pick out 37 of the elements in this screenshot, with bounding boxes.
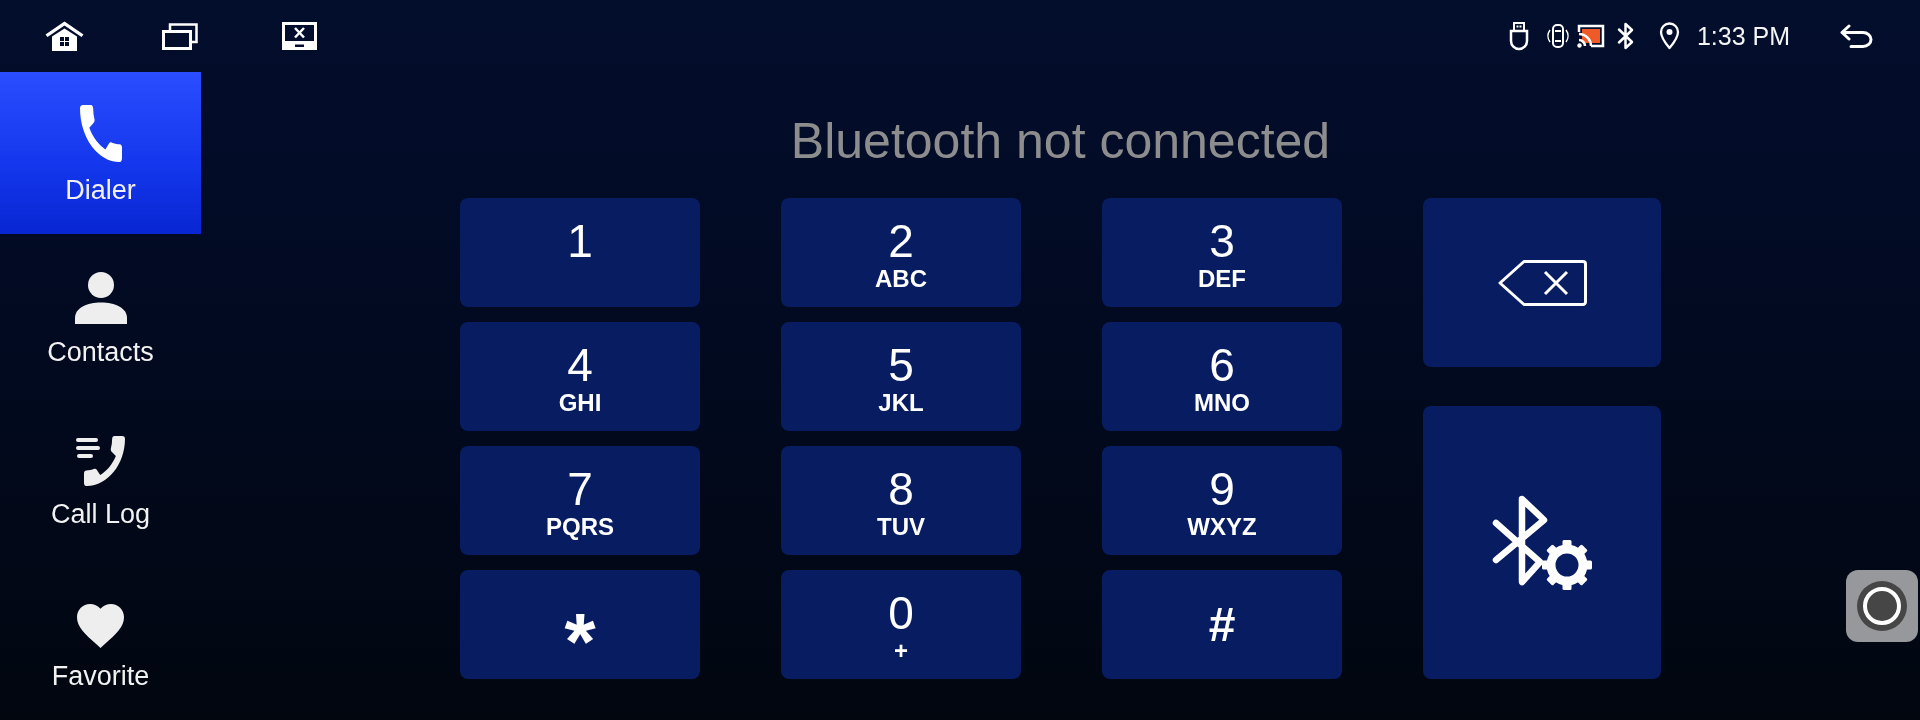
screen-x-icon[interactable] bbox=[282, 22, 317, 50]
bluetooth-settings-button[interactable] bbox=[1423, 406, 1661, 679]
backspace-icon bbox=[1497, 259, 1587, 306]
usb-icon bbox=[1508, 21, 1529, 51]
floating-button[interactable] bbox=[1846, 570, 1918, 642]
dial-key[interactable]: * bbox=[460, 570, 700, 679]
sidebar-tab[interactable]: Call Log bbox=[0, 396, 201, 558]
dial-key[interactable]: 4 GHI bbox=[460, 322, 700, 431]
home-icon[interactable] bbox=[45, 21, 84, 51]
cast-icon bbox=[1576, 24, 1605, 48]
call-log-icon bbox=[76, 436, 125, 486]
dial-key[interactable]: 8 TUV bbox=[781, 446, 1021, 555]
dial-key[interactable]: # bbox=[1102, 570, 1342, 679]
backspace-button[interactable] bbox=[1423, 198, 1661, 367]
dial-key[interactable]: 9 WXYZ bbox=[1102, 446, 1342, 555]
sidebar-tab[interactable]: Favorite bbox=[0, 558, 201, 720]
dial-key[interactable]: 7 PQRS bbox=[460, 446, 700, 555]
dial-key[interactable]: 6 MNO bbox=[1102, 322, 1342, 431]
dial-key[interactable]: 5 JKL bbox=[781, 322, 1021, 431]
phone-icon bbox=[79, 105, 122, 162]
back-icon[interactable] bbox=[1840, 24, 1873, 48]
dial-key[interactable]: 2 ABC bbox=[781, 198, 1021, 307]
location-pin-icon bbox=[1658, 22, 1680, 50]
dial-key[interactable]: 0 + bbox=[781, 570, 1021, 679]
bluetooth-gear-icon bbox=[1491, 494, 1593, 591]
sidebar-tab[interactable]: Dialer bbox=[0, 72, 201, 234]
bluetooth-icon bbox=[1616, 22, 1635, 50]
dial-key[interactable]: 1 bbox=[460, 198, 700, 307]
ring-icon bbox=[1857, 581, 1907, 631]
sidebar-tab[interactable]: Contacts bbox=[0, 234, 201, 396]
status-time: 1:33 PM bbox=[1696, 21, 1790, 51]
dial-key[interactable]: 3 DEF bbox=[1102, 198, 1342, 307]
car-icon bbox=[1544, 22, 1570, 50]
status-message: Bluetooth not connected bbox=[790, 112, 1331, 170]
heart-icon bbox=[77, 604, 124, 648]
recent-apps-icon[interactable] bbox=[162, 22, 198, 50]
person-icon bbox=[74, 272, 127, 324]
